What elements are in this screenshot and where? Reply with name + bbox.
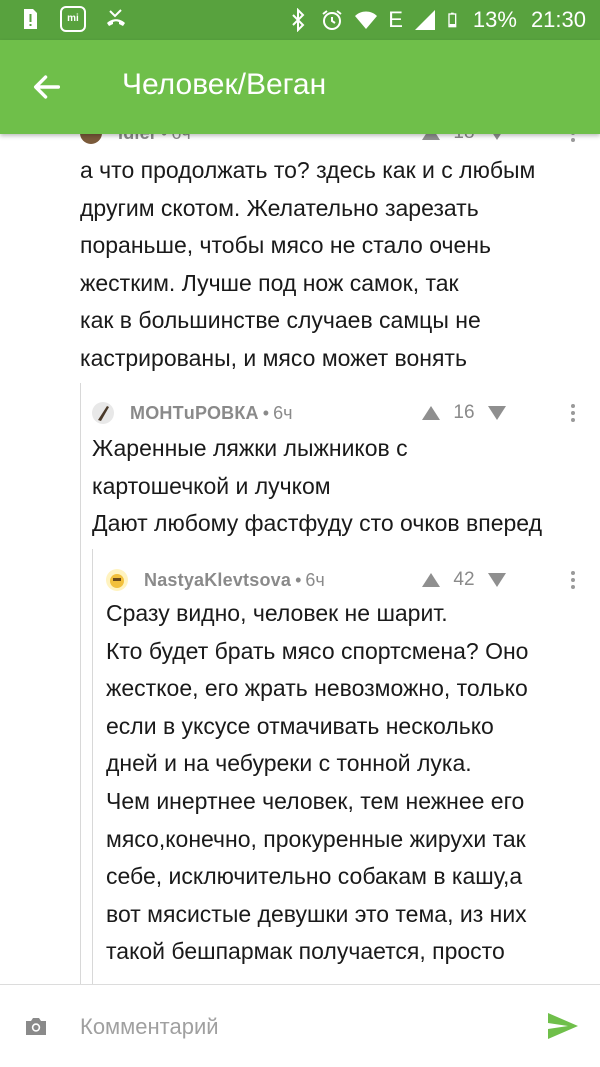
comment-line: себе, исключительно собакам в кашу,а: [106, 863, 523, 890]
comment-body: а что продолжать то? здесь как и с любым…: [80, 152, 535, 378]
wifi-icon: [355, 11, 378, 29]
comment-header: NastyaKlevtsova • 6ч: [106, 569, 325, 591]
mi-app-icon: mi: [60, 6, 86, 32]
clock: 21:30: [530, 7, 586, 32]
upvote-icon[interactable]: [420, 134, 442, 142]
comment-body: Сразу видно, человек не шарит. Кто будет…: [106, 595, 528, 971]
comment-line: если в уксусе отмачивать несколько: [106, 712, 494, 739]
comment-header: МОНТuРОВКА • 6ч: [92, 402, 292, 424]
more-options-icon[interactable]: [570, 134, 576, 144]
comment-score: 42: [453, 569, 475, 590]
battery-percent: 13%: [472, 7, 517, 32]
comment-line: дней и на чебуреки с тонной лука.: [106, 750, 472, 777]
author-name[interactable]: МОНТuРОВКА: [130, 403, 259, 424]
vote-block: 18: [420, 134, 508, 144]
comment-line: пораньше, чтобы мясо не стало очень: [80, 232, 491, 259]
comment-line: Чем инертнее человек, тем нежнее его: [106, 787, 525, 814]
notification-icons: mi: [18, 6, 128, 32]
network-type: E: [388, 7, 403, 32]
send-icon[interactable]: [546, 1011, 580, 1041]
comment-time: 6ч: [273, 402, 293, 423]
comment-line: такой бешпармак получается, просто: [106, 938, 505, 965]
downvote-icon[interactable]: [486, 571, 508, 589]
battery-icon: [448, 12, 457, 28]
comment-score: 16: [453, 402, 475, 423]
comment-composer: [0, 984, 600, 1067]
bluetooth-icon: [292, 8, 305, 32]
upvote-icon[interactable]: [420, 571, 442, 589]
comments-thread[interactable]: Idler • 6ч 18 а что продолжать то? здесь…: [0, 134, 600, 984]
author-name[interactable]: Idler: [118, 134, 157, 144]
comment-score: 18: [442, 134, 486, 144]
comment-line: жестким. Лучше под нож самок, так: [80, 269, 459, 296]
comment-line: а что продолжать то? здесь как и с любым: [80, 157, 536, 183]
camera-icon[interactable]: [24, 1016, 48, 1036]
more-options-icon[interactable]: [570, 402, 576, 424]
app-toolbar: Человек/Веган: [0, 40, 600, 134]
separator-dot: •: [161, 134, 167, 144]
vote-block: 42: [420, 569, 508, 591]
comment-line: как в большинстве случаев самцы не: [80, 307, 481, 334]
missed-call-icon: [107, 9, 125, 26]
separator-dot: •: [262, 402, 270, 423]
signal-icon: [414, 10, 435, 30]
avatar[interactable]: [80, 134, 102, 144]
alarm-icon: [322, 10, 342, 30]
comment-line: Дают любому фастфуду сто очков вперед: [92, 510, 543, 537]
comment-line: Кто будет брать мясо спортсмена? Оно: [106, 637, 529, 664]
comment-line: кастрированы, и мясо может вонять: [80, 344, 467, 371]
comment-body: Жаренные ляжки лыжников с картошечкой и …: [92, 430, 542, 543]
comment-line: Жаренные ляжки лыжников с: [92, 435, 408, 461]
downvote-icon[interactable]: [486, 404, 508, 422]
author-name[interactable]: NastyaKlevtsova: [144, 570, 291, 591]
page-title: Человек/Веган: [122, 68, 327, 101]
comment-input[interactable]: [78, 1009, 532, 1045]
vote-block: 16: [420, 402, 508, 424]
status-bar: mi E 13% 21:30: [0, 0, 600, 40]
comment-line: мясо,конечно, прокуренные жирухи так: [106, 825, 526, 852]
comment-time: 6ч: [305, 569, 325, 590]
sim-alert-icon: [24, 9, 37, 29]
avatar[interactable]: [106, 569, 128, 591]
thread-line-level-1: [80, 383, 81, 984]
avatar[interactable]: [92, 402, 114, 424]
comment-time: 6ч: [171, 134, 190, 144]
comment-line: жесткое, его жрать невозможно, только: [106, 675, 528, 702]
upvote-icon[interactable]: [420, 404, 442, 422]
comment-header: Idler • 6ч: [80, 134, 191, 144]
more-options-icon[interactable]: [570, 569, 576, 591]
system-status: E 13% 21:30: [286, 7, 586, 33]
comment-line: другим скотом. Желательно зарезать: [80, 194, 479, 221]
arrow-left-icon[interactable]: [30, 70, 64, 104]
separator-dot: •: [295, 569, 302, 590]
thread-line-level-2: [92, 549, 93, 984]
downvote-icon[interactable]: [486, 134, 508, 142]
comment-line: картошечкой и лучком: [92, 472, 331, 499]
comment-line: вот мясистые девушки это тема, из них: [106, 900, 527, 927]
comment-line: Сразу видно, человек не шарит.: [106, 600, 448, 626]
